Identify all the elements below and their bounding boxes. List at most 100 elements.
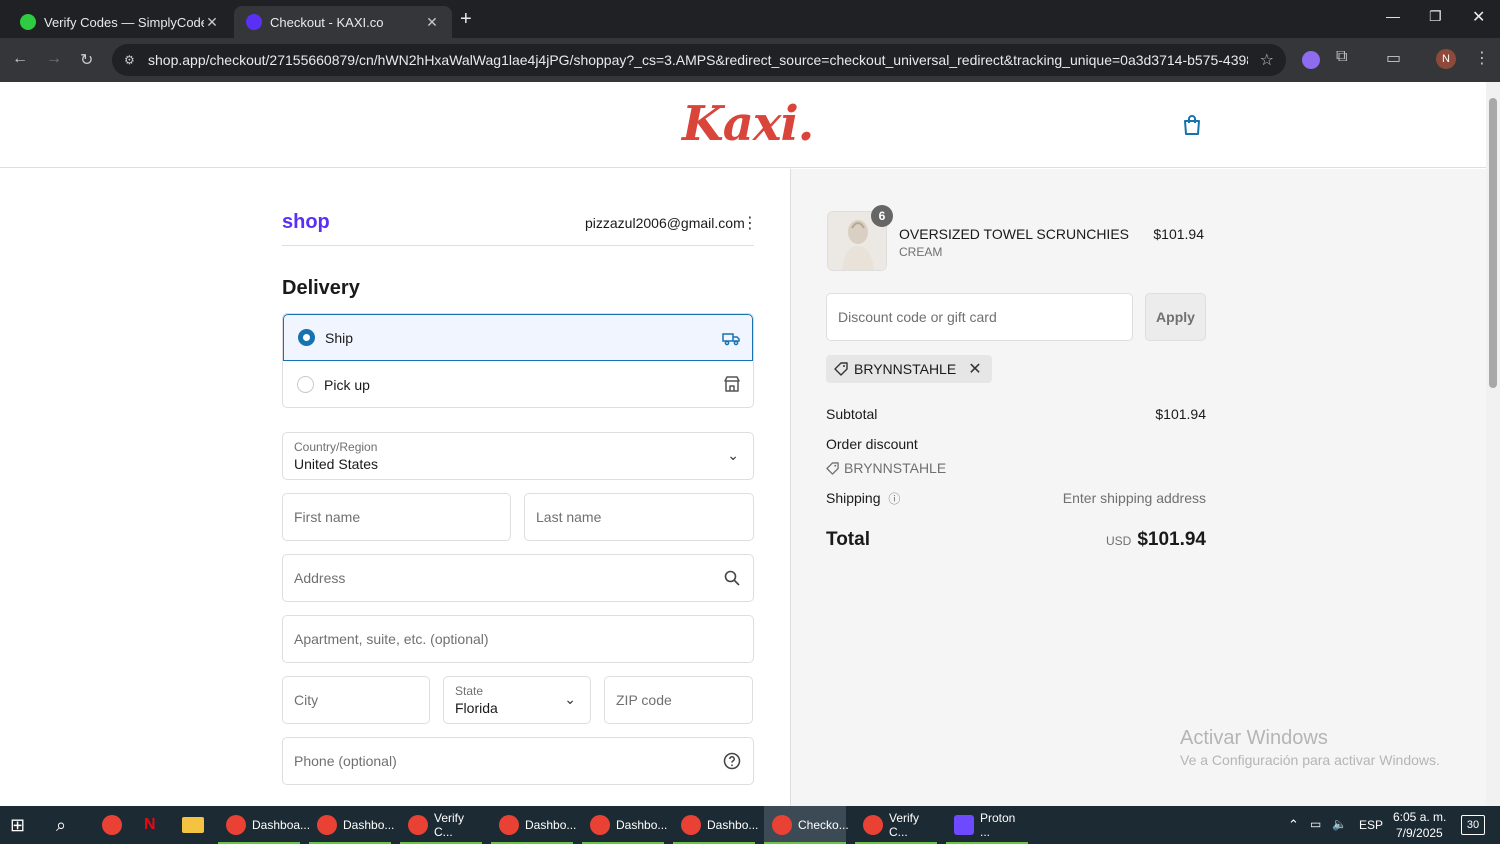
minimize-icon[interactable]: — — [1386, 8, 1400, 24]
chrome-icon — [681, 815, 701, 835]
delivery-option-ship[interactable]: Ship — [283, 314, 753, 361]
remove-discount-icon[interactable]: ✕ — [968, 359, 981, 379]
country-select[interactable]: Country/Region United States ⌄ — [282, 432, 754, 480]
back-icon[interactable]: ← — [12, 50, 28, 68]
windows-taskbar: ⊞ ⌕ N Dashboa... Dashbo... Verify C... D… — [0, 806, 1500, 844]
extensions-puzzle-icon[interactable]: ⧉ — [1336, 48, 1347, 66]
reload-icon[interactable]: ↻ — [80, 50, 93, 70]
clock-date[interactable]: 7/9/2025 — [1396, 826, 1443, 864]
address-placeholder: Address — [294, 570, 346, 586]
radio-unselected[interactable] — [297, 376, 314, 393]
shipping-help-icon[interactable]: ⓘ — [888, 492, 900, 506]
search-icon — [724, 570, 740, 586]
cast-icon[interactable]: ▭ — [1386, 48, 1401, 68]
kaxi-favicon-icon — [246, 14, 262, 30]
taskbar-app[interactable]: Verify C... — [855, 806, 937, 844]
address-bar[interactable]: ⚙ shop.app/checkout/27155660879/cn/hWN2h… — [112, 44, 1286, 76]
close-tab-icon[interactable]: ✕ — [204, 14, 220, 31]
chevron-down-icon: ⌄ — [727, 447, 739, 463]
page-scrollbar[interactable] — [1486, 82, 1500, 806]
volume-icon[interactable]: 🔈 — [1332, 817, 1347, 855]
total-value: $101.94 — [1137, 529, 1206, 550]
apartment-field[interactable]: Apartment, suite, etc. (optional) — [282, 615, 754, 663]
taskbar-app-label: Dashboa... — [252, 818, 311, 832]
chrome-pinned-icon[interactable] — [102, 806, 122, 844]
taskbar-app[interactable]: Verify C... — [400, 806, 482, 844]
delivery-method-group: Ship Pick up — [282, 313, 754, 408]
shipping-row: Shipping ⓘ Enter shipping address — [826, 490, 1206, 507]
taskbar-app[interactable]: Dashbo... — [582, 806, 668, 844]
radio-selected[interactable] — [298, 329, 315, 346]
network-icon[interactable]: ▭ — [1310, 817, 1321, 855]
file-explorer-icon[interactable] — [182, 806, 204, 844]
chrome-icon — [499, 815, 519, 835]
phone-placeholder: Phone (optional) — [294, 753, 397, 769]
order-summary: 6 OVERSIZED TOWEL SCRUNCHIES CREAM $101.… — [790, 169, 1486, 806]
delivery-truck-icon — [722, 333, 740, 346]
taskbar-app-active[interactable]: Checko... — [764, 806, 849, 844]
account-menu-icon[interactable]: ⋮ — [742, 213, 758, 233]
city-placeholder: City — [294, 692, 319, 708]
taskbar-app-label: Dashbo... — [525, 818, 577, 832]
new-tab-icon[interactable]: + — [460, 8, 472, 31]
search-icon[interactable]: ⌕ — [56, 806, 66, 844]
state-label: State — [455, 684, 484, 698]
last-name-placeholder: Last name — [536, 509, 602, 525]
url-text: shop.app/checkout/27155660879/cn/hWN2hHx… — [148, 52, 1248, 68]
activation-watermark-text: Ve a Configuración para activar Windows. — [1180, 752, 1440, 768]
total-label: Total — [826, 529, 870, 550]
last-name-field[interactable]: Last name — [524, 493, 754, 541]
chrome-icon — [317, 815, 337, 835]
taskbar-app[interactable]: Dashbo... — [309, 806, 394, 844]
product-variant: CREAM — [899, 245, 943, 259]
delivery-option-label: Ship — [325, 329, 354, 346]
taskbar-app[interactable]: Dashbo... — [491, 806, 577, 844]
phone-field[interactable]: Phone (optional) — [282, 737, 754, 785]
shipping-value: Enter shipping address — [1062, 490, 1206, 506]
restore-icon[interactable]: ❐ — [1429, 8, 1442, 25]
subtotal-label: Subtotal — [826, 406, 878, 422]
kaxi-logo[interactable]: Kaxi. — [682, 96, 814, 152]
close-window-icon[interactable]: ✕ — [1472, 7, 1485, 27]
help-icon[interactable] — [723, 752, 741, 770]
apply-discount-button[interactable]: Apply — [1145, 293, 1206, 341]
taskbar-app[interactable]: Dashboa... — [218, 806, 310, 844]
city-field[interactable]: City — [282, 676, 430, 724]
windows-start-icon[interactable]: ⊞ — [10, 806, 25, 844]
state-select[interactable]: State Florida ⌄ — [443, 676, 591, 724]
discount-code-input[interactable]: Discount code or gift card — [826, 293, 1133, 341]
profile-avatar[interactable]: N — [1436, 49, 1456, 69]
taskbar-app-label: Verify C... — [434, 811, 465, 839]
address-field[interactable]: Address — [282, 554, 754, 602]
subtotal-row: Subtotal $101.94 — [826, 406, 1206, 422]
scrollbar-thumb[interactable] — [1489, 98, 1497, 388]
zip-field[interactable]: ZIP code — [604, 676, 753, 724]
menu-kebab-icon[interactable]: ⋮ — [1474, 48, 1490, 68]
shopping-bag-icon[interactable] — [1182, 114, 1202, 136]
tab-verify-codes[interactable]: Verify Codes — SimplyCodes ✕ — [8, 6, 232, 38]
taskbar-app[interactable]: Dashbo... — [673, 806, 758, 844]
divider — [282, 245, 754, 246]
forward-icon[interactable]: → — [46, 50, 62, 68]
bookmark-star-icon[interactable]: ☆ — [1260, 50, 1274, 70]
browser-toolbar: ← → ↻ ⚙ shop.app/checkout/27155660879/cn… — [0, 38, 1500, 82]
checkout-form: shop pizzazul2006@gmail.com ⋮ Delivery S… — [0, 169, 790, 806]
language-indicator[interactable]: ESP — [1359, 818, 1383, 856]
notifications-badge[interactable]: 30 — [1461, 815, 1485, 835]
delivery-option-pickup[interactable]: Pick up — [283, 361, 753, 407]
taskbar-app[interactable]: Proton ... — [946, 806, 1028, 844]
tray-chevron-up-icon[interactable]: ⌃ — [1288, 817, 1299, 855]
taskbar-app-label: Dashbo... — [616, 818, 668, 832]
netflix-icon[interactable]: N — [144, 806, 156, 844]
checkout-page: Kaxi. shop pizzazul2006@gmail.com ⋮ Deli… — [0, 82, 1486, 806]
extension-icon[interactable] — [1302, 51, 1320, 69]
tag-icon — [834, 362, 848, 376]
applied-code: BRYNNSTAHLE — [854, 361, 957, 377]
tab-checkout[interactable]: Checkout - KAXI.co ✕ — [234, 6, 452, 38]
product-price: $101.94 — [1153, 226, 1204, 242]
close-tab-icon[interactable]: ✕ — [424, 14, 440, 31]
country-label: Country/Region — [294, 440, 378, 454]
first-name-field[interactable]: First name — [282, 493, 511, 541]
site-info-icon[interactable]: ⚙ — [124, 53, 148, 67]
discount-placeholder: Discount code or gift card — [838, 309, 997, 325]
